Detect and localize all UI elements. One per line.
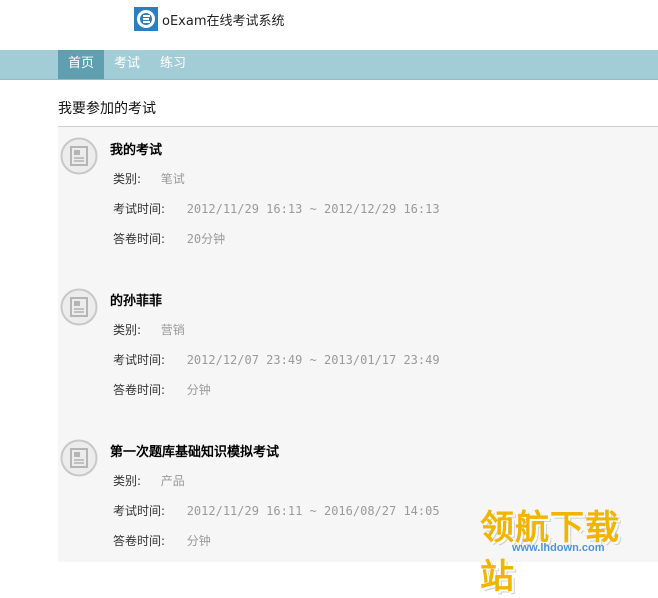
exam-item[interactable]: 的孙菲菲 类别: 营销 考试时间: 2012/12/07 23:49 ~ 201… — [58, 278, 658, 428]
nav-practice[interactable]: 练习 — [150, 50, 196, 79]
watermark-url: www.lhdown.com — [512, 542, 605, 554]
category-value: 产品 — [160, 474, 185, 488]
duration-label: 答卷时间: — [113, 383, 166, 397]
exam-time-value: 2012/11/29 16:11 ~ 2016/08/27 14:05 — [186, 504, 440, 518]
exam-paper-icon — [60, 137, 98, 175]
category-value: 营销 — [160, 323, 185, 337]
app-header: oExam在线考试系统 — [0, 0, 658, 50]
watermark: 领航下载站 www.lhdown.com — [480, 500, 650, 597]
oexam-logo-icon — [134, 7, 158, 31]
nav-home[interactable]: 首页 — [58, 50, 104, 79]
exam-paper-icon — [60, 439, 98, 477]
category-label: 类别: — [113, 172, 142, 186]
duration-value: 分钟 — [186, 534, 211, 548]
exam-duration-row: 答卷时间: 20分钟 — [113, 230, 225, 247]
exam-paper-icon — [60, 288, 98, 326]
duration-label: 答卷时间: — [113, 534, 166, 548]
exam-category-row: 类别: 营销 — [113, 321, 185, 338]
category-value: 笔试 — [160, 172, 185, 186]
category-label: 类别: — [113, 474, 142, 488]
exam-time-row: 考试时间: 2012/11/29 16:11 ~ 2016/08/27 14:0… — [113, 502, 440, 519]
exam-item[interactable]: 我的考试 类别: 笔试 考试时间: 2012/11/29 16:13 ~ 201… — [58, 127, 658, 277]
exam-title[interactable]: 的孙菲菲 — [110, 290, 162, 309]
exam-time-label: 考试时间: — [113, 353, 166, 367]
exam-time-row: 考试时间: 2012/11/29 16:13 ~ 2012/12/29 16:1… — [113, 200, 440, 217]
exam-time-value: 2012/11/29 16:13 ~ 2012/12/29 16:13 — [186, 202, 440, 216]
exam-time-row: 考试时间: 2012/12/07 23:49 ~ 2013/01/17 23:4… — [113, 351, 440, 368]
exam-time-label: 考试时间: — [113, 504, 166, 518]
duration-value: 20分钟 — [186, 232, 226, 246]
main-nav: 首页 考试 练习 — [0, 50, 658, 80]
exam-time-value: 2012/12/07 23:49 ~ 2013/01/17 23:49 — [186, 353, 440, 367]
exam-duration-row: 答卷时间: 分钟 — [113, 381, 211, 398]
page-title: 我要参加的考试 — [58, 101, 156, 117]
duration-label: 答卷时间: — [113, 232, 166, 246]
duration-value: 分钟 — [186, 383, 211, 397]
exam-list: 我的考试 类别: 笔试 考试时间: 2012/11/29 16:13 ~ 201… — [58, 127, 658, 562]
exam-category-row: 类别: 产品 — [113, 472, 185, 489]
exam-title[interactable]: 我的考试 — [110, 139, 162, 158]
nav-exam[interactable]: 考试 — [104, 50, 150, 79]
exam-category-row: 类别: 笔试 — [113, 170, 185, 187]
category-label: 类别: — [113, 323, 142, 337]
exam-time-label: 考试时间: — [113, 202, 166, 216]
exam-duration-row: 答卷时间: 分钟 — [113, 532, 211, 549]
exam-title[interactable]: 第一次题库基础知识模拟考试 — [110, 441, 279, 460]
app-title: oExam在线考试系统 — [162, 14, 285, 29]
